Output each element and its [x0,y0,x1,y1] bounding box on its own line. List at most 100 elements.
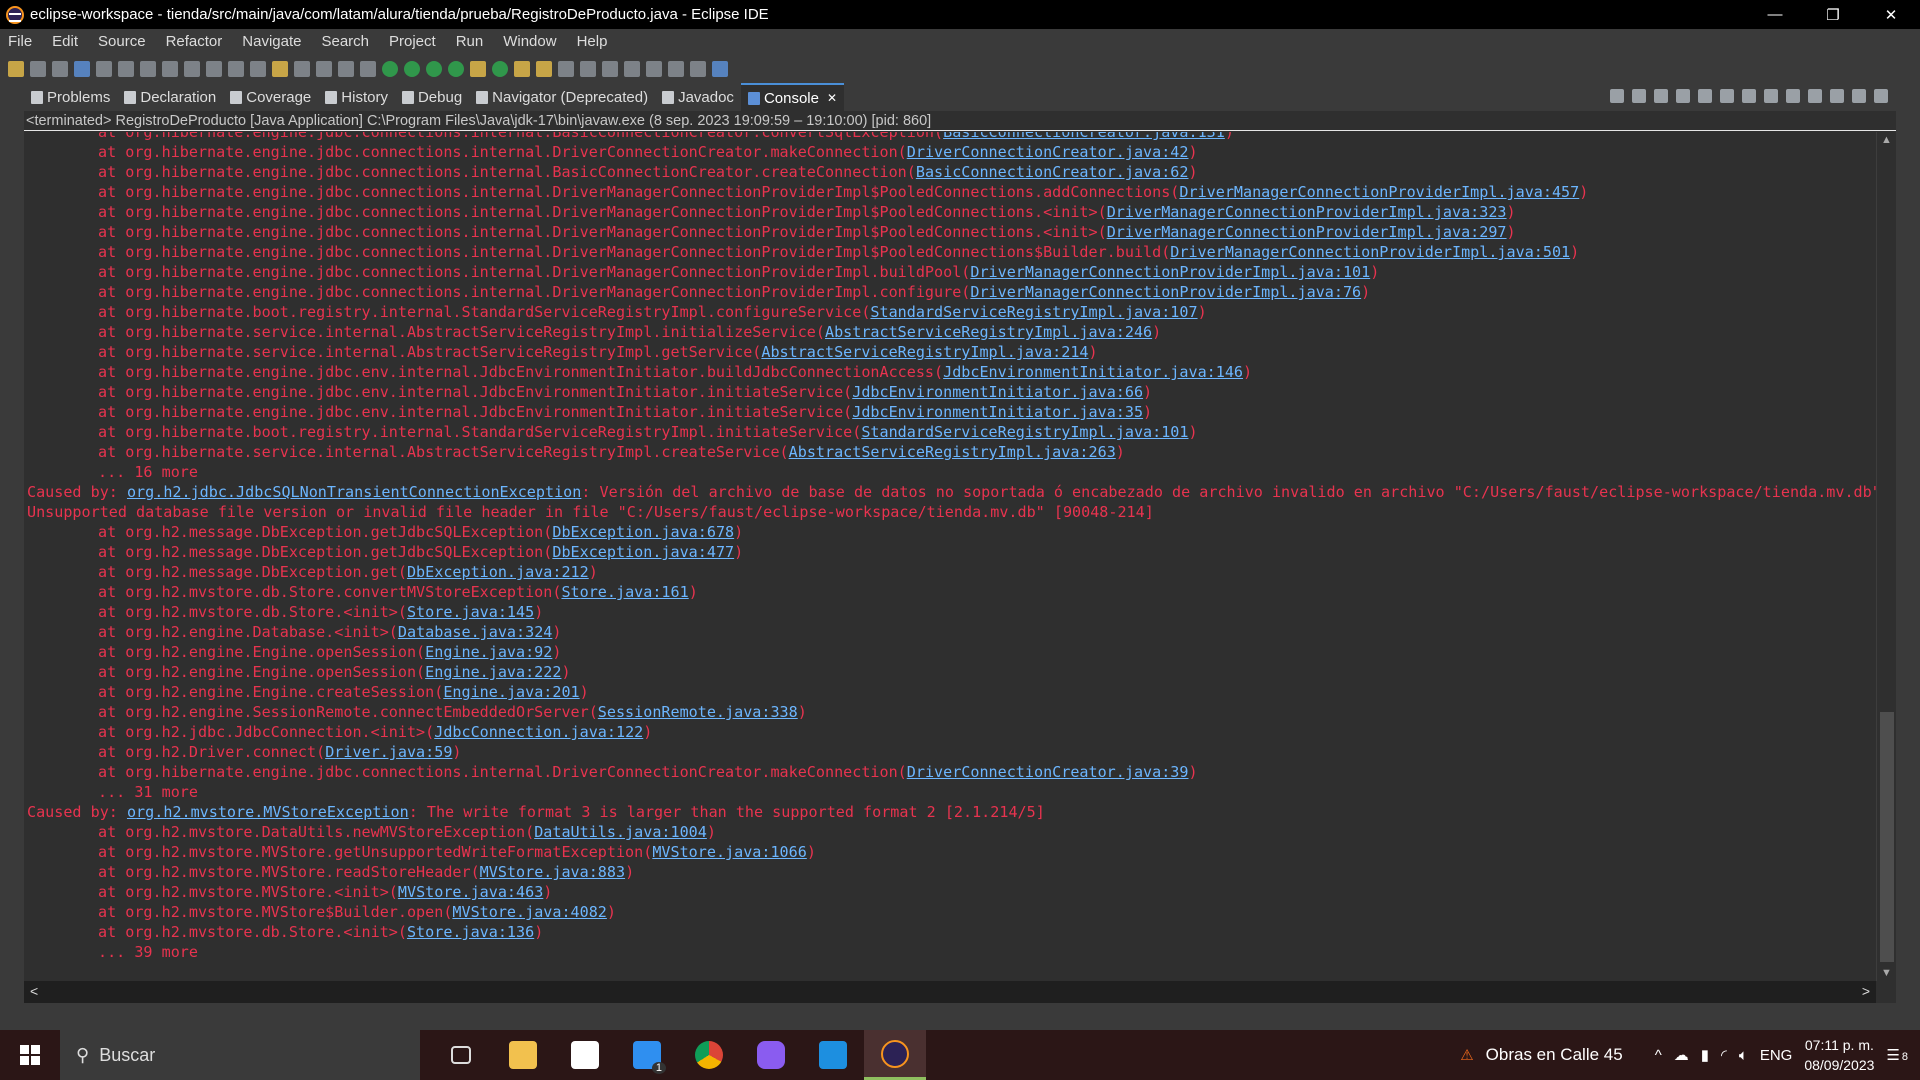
toolbar-action-icon[interactable] [52,60,68,77]
toolbar-action-icon[interactable] [162,60,178,77]
restore-button[interactable]: ❐ [1804,0,1862,29]
show-hidden-icons[interactable]: ^ [1655,1047,1662,1064]
source-link[interactable]: org.h2.jdbc.JdbcSQLNonTransientConnectio… [127,483,581,501]
source-link[interactable]: Driver.java:59 [325,743,452,761]
toolbar-action-icon[interactable] [96,60,112,77]
source-link[interactable]: DriverManagerConnectionProviderImpl.java… [1179,183,1579,201]
source-link[interactable]: MVStore.java:883 [480,863,625,881]
vertical-scrollbar[interactable]: ▲ ▼ [1876,132,1896,981]
chrome-button[interactable] [678,1030,740,1080]
toolbar-action-icon[interactable] [316,60,332,77]
display-console-icon[interactable] [1808,89,1822,103]
source-link[interactable]: Engine.java:201 [443,683,579,701]
menu-help[interactable]: Help [569,33,620,50]
source-link[interactable]: MVStore.java:4082 [452,903,606,921]
tab-debug[interactable]: Debug [395,83,469,111]
toolbar-action-icon[interactable] [470,60,486,77]
start-button[interactable] [0,1030,60,1080]
volume-icon[interactable]: 🔈︎ [1739,1047,1748,1064]
weather-text[interactable]: Obras en Calle 45 [1486,1045,1623,1065]
toolbar-action-icon[interactable] [558,60,574,77]
vscode-button[interactable] [802,1030,864,1080]
scroll-up-icon[interactable]: ▲ [1881,134,1892,146]
source-link[interactable]: AbstractServiceRegistryImpl.java:214 [761,343,1088,361]
toolbar-action-icon[interactable] [272,60,288,77]
toolbar-action-icon[interactable] [404,60,420,77]
open-console-icon[interactable] [1830,89,1844,103]
toolbar-action-icon[interactable] [448,60,464,77]
menu-refactor[interactable]: Refactor [158,33,235,50]
source-link[interactable]: BasicConnectionCreator.java:62 [916,163,1189,181]
horizontal-scrollbar[interactable]: < > [24,981,1876,1003]
source-link[interactable]: BasicConnectionCreator.java:131 [943,132,1225,141]
toolbar-action-icon[interactable] [382,60,398,77]
tab-navigator[interactable]: Navigator (Deprecated) [469,83,655,111]
eclipse-taskbar-button[interactable] [864,1030,926,1080]
toolbar-action-icon[interactable] [206,60,222,77]
console-output[interactable]: at org.hibernate.engine.jdbc.connections… [24,132,1876,981]
battery-icon[interactable]: ▮ [1701,1046,1709,1064]
scroll-down-icon[interactable]: ▼ [1881,967,1892,979]
toolbar-action-icon[interactable] [536,60,552,77]
source-link[interactable]: DriverConnectionCreator.java:42 [907,143,1189,161]
toolbar-action-icon[interactable] [690,60,706,77]
toolbar-action-icon[interactable] [184,60,200,77]
toolbar-action-icon[interactable] [602,60,618,77]
source-link[interactable]: DbException.java:678 [552,523,734,541]
task-view-button[interactable] [430,1030,492,1080]
source-link[interactable]: DriverManagerConnectionProviderImpl.java… [970,263,1370,281]
scroll-lock-icon[interactable] [1698,89,1712,103]
maximize-view-icon[interactable] [1874,89,1888,103]
source-link[interactable]: DriverManagerConnectionProviderImpl.java… [1107,203,1507,221]
toolbar-action-icon[interactable] [514,60,530,77]
toolbar-action-icon[interactable] [118,60,134,77]
scroll-right-icon[interactable]: > [1862,983,1870,999]
show-stdout-icon[interactable] [1742,89,1756,103]
source-link[interactable]: AbstractServiceRegistryImpl.java:263 [789,443,1116,461]
toolbar-action-icon[interactable] [294,60,310,77]
source-link[interactable]: DriverManagerConnectionProviderImpl.java… [970,283,1361,301]
source-link[interactable]: JdbcEnvironmentInitiator.java:66 [852,383,1143,401]
source-link[interactable]: Database.java:324 [398,623,552,641]
menu-file[interactable]: File [0,33,44,50]
toolbar-action-icon[interactable] [8,60,24,77]
toolbar-action-icon[interactable] [580,60,596,77]
source-link[interactable]: org.h2.mvstore.MVStoreException [127,803,409,821]
show-stderr-icon[interactable] [1764,89,1778,103]
source-link[interactable]: DbException.java:212 [407,563,589,581]
toolbar-action-icon[interactable] [426,60,442,77]
onedrive-icon[interactable]: ☁ [1674,1046,1689,1064]
menu-source[interactable]: Source [90,33,158,50]
source-link[interactable]: DriverConnectionCreator.java:39 [907,763,1189,781]
toolbar-action-icon[interactable] [74,60,90,77]
mail-button[interactable]: 1 [616,1030,678,1080]
source-link[interactable]: StandardServiceRegistryImpl.java:107 [870,303,1197,321]
toolbar-action-icon[interactable] [30,60,46,77]
source-link[interactable]: DriverManagerConnectionProviderImpl.java… [1170,243,1570,261]
remove-launch-icon[interactable] [1632,89,1646,103]
source-link[interactable]: AbstractServiceRegistryImpl.java:246 [825,323,1152,341]
minimize-view-icon[interactable] [1852,89,1866,103]
source-link[interactable]: Store.java:161 [561,583,688,601]
scroll-thumb[interactable] [1880,712,1894,962]
toolbar-action-icon[interactable] [492,60,508,77]
clear-console-icon[interactable] [1676,89,1690,103]
source-link[interactable]: DbException.java:477 [552,543,734,561]
toolbar-action-icon[interactable] [668,60,684,77]
toolbar-action-icon[interactable] [712,60,728,77]
source-link[interactable]: JdbcEnvironmentInitiator.java:146 [943,363,1243,381]
toolbar-action-icon[interactable] [250,60,266,77]
tab-history[interactable]: History [318,83,395,111]
source-link[interactable]: Engine.java:92 [425,643,552,661]
tab-declaration[interactable]: Declaration [117,83,223,111]
copilot-button[interactable] [740,1030,802,1080]
minimize-button[interactable]: — [1746,0,1804,29]
tab-javadoc[interactable]: Javadoc [655,83,741,111]
notifications-icon[interactable]: ☰ 8 [1886,1046,1908,1064]
menu-edit[interactable]: Edit [44,33,90,50]
source-link[interactable]: JdbcConnection.java:122 [434,723,643,741]
source-link[interactable]: SessionRemote.java:338 [598,703,798,721]
clock[interactable]: 07:11 p. m. 08/09/2023 [1804,1035,1874,1075]
toolbar-action-icon[interactable] [646,60,662,77]
source-link[interactable]: Engine.java:222 [425,663,561,681]
